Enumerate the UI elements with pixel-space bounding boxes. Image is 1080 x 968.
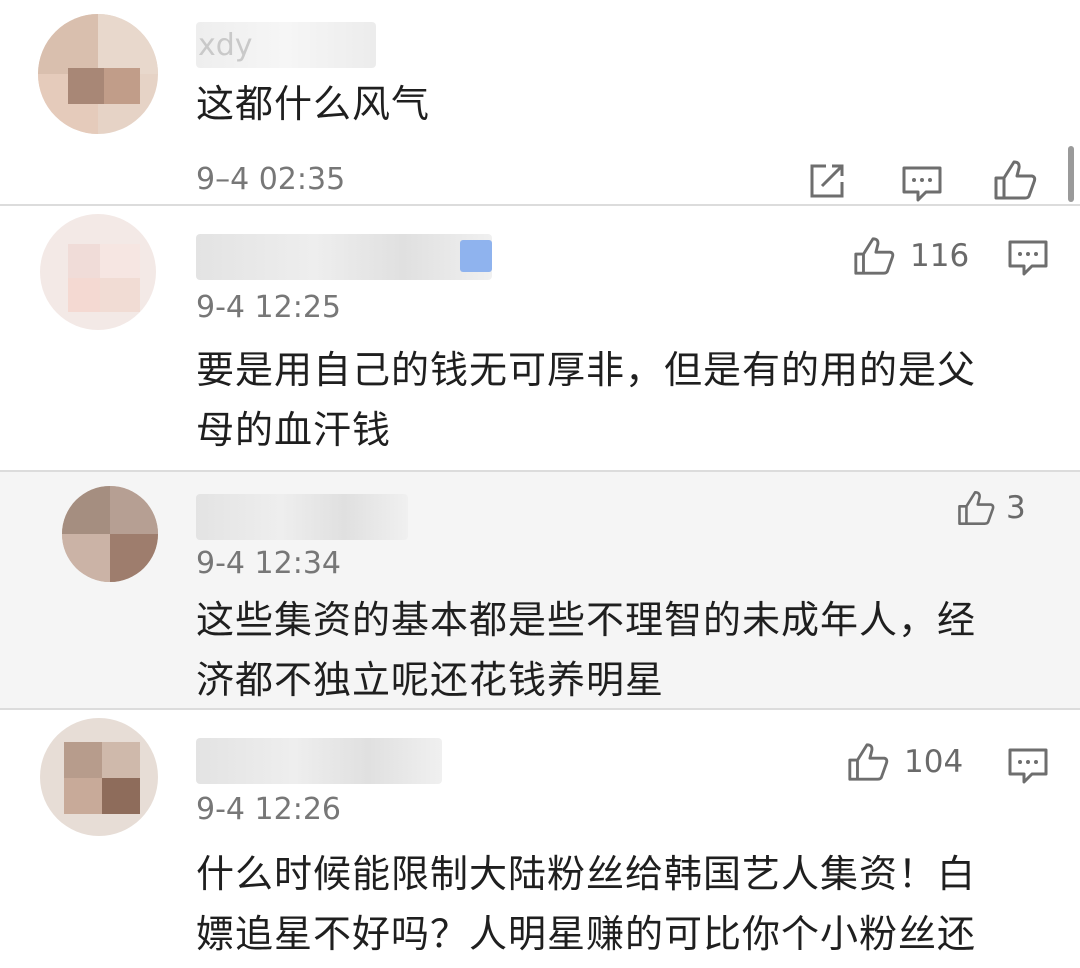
- comment-item-1: xdy 这都什么风气 9–4 02:35: [0, 0, 1080, 206]
- like-count: 104: [904, 744, 964, 780]
- username-blurred[interactable]: [196, 234, 492, 280]
- comment-time: 9-4 12:34: [196, 546, 341, 581]
- like-icon[interactable]: [992, 158, 1038, 202]
- like-icon[interactable]: [956, 488, 996, 528]
- comment-item-3: 3 9-4 12:34 这些集资的基本都是些不理智的未成年人，经 济都不独立呢还…: [0, 472, 1080, 710]
- reply-icon[interactable]: [1006, 238, 1050, 278]
- like-icon[interactable]: [852, 234, 896, 278]
- username-blurred[interactable]: [196, 738, 442, 784]
- comment-text: 这些集资的基本都是些不理智的未成年人，经 济都不独立呢还花钱养明星: [196, 598, 977, 702]
- comment-time: 9-4 12:26: [196, 792, 341, 827]
- username-blurred[interactable]: xdy: [196, 22, 376, 68]
- like-count: 3: [1006, 490, 1026, 526]
- comment-text: 这都什么风气: [196, 82, 431, 126]
- username-blurred[interactable]: [196, 494, 408, 540]
- like-count: 116: [910, 238, 970, 274]
- scrollbar[interactable]: [1068, 146, 1074, 202]
- reply-icon[interactable]: [1006, 746, 1050, 786]
- comment-time: 9–4 02:35: [196, 162, 346, 197]
- verified-badge-blurred: [460, 240, 492, 272]
- avatar[interactable]: [38, 14, 158, 134]
- avatar[interactable]: [62, 486, 158, 582]
- share-icon[interactable]: [806, 162, 848, 202]
- avatar[interactable]: [40, 214, 156, 330]
- like-icon[interactable]: [846, 740, 890, 784]
- comment-text: 什么时候能限制大陆粉丝给韩国艺人集资！白 嫖追星不好吗？人明星赚的可比你个小粉丝…: [196, 852, 977, 956]
- comment-time: 9-4 12:25: [196, 290, 341, 325]
- comment-text: 要是用自己的钱无可厚非，但是有的用的是父 母的血汗钱: [196, 348, 977, 452]
- comment-item-2: 116 9-4 12:25 要是用自己的钱无可厚非，但是有的用的是父 母的血汗钱: [0, 206, 1080, 472]
- comment-item-4: 104 9-4 12:26 什么时候能限制大陆粉丝给韩国艺人集资！白 嫖追星不好…: [0, 710, 1080, 968]
- comment-icon[interactable]: [900, 164, 944, 204]
- avatar[interactable]: [40, 718, 158, 836]
- username-text: xdy: [198, 28, 253, 63]
